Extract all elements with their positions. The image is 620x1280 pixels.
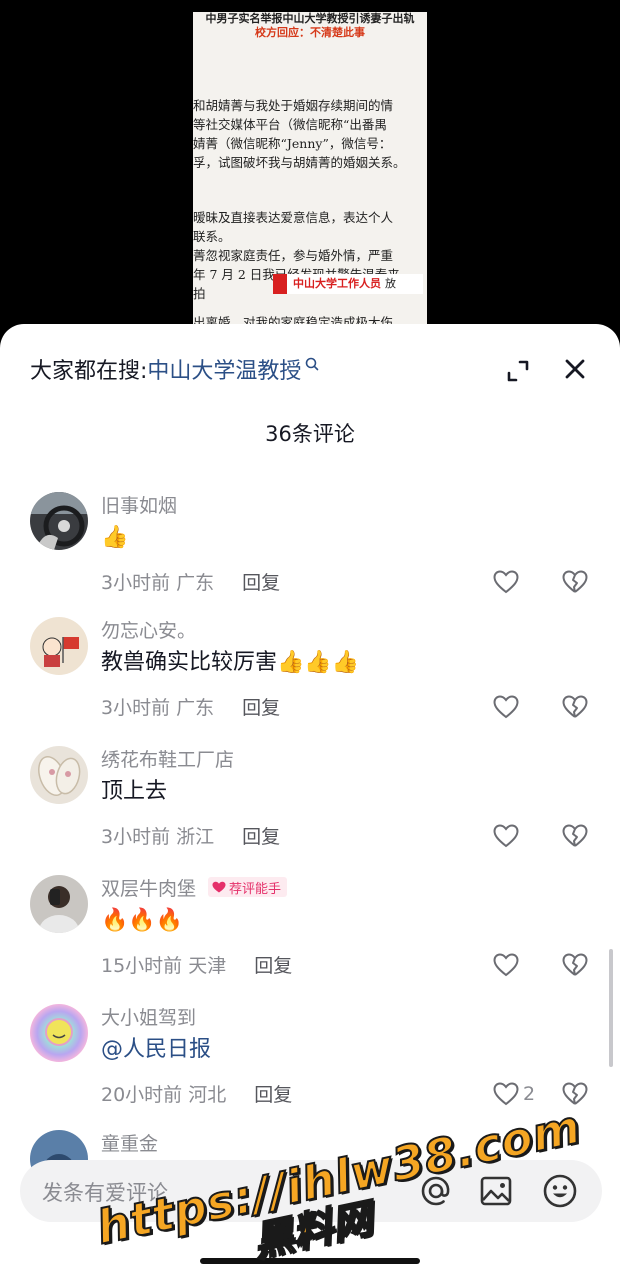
comment-item: 双层牛肉堡 荐评能手 🔥🔥🔥 15小时前 天津 回复	[0, 875, 620, 995]
username-row: 童重金	[101, 1129, 158, 1156]
image-icon[interactable]	[478, 1173, 514, 1209]
username[interactable]: 旧事如烟	[101, 491, 177, 518]
document-body: 和胡婧菁与我处于婚姻存续期间的情 等社交媒体平台（微信昵称“出番禺 婧菁（微信昵…	[193, 96, 427, 330]
reply-button[interactable]: 回复	[242, 693, 280, 720]
like-count: 2	[523, 1083, 536, 1105]
video-player[interactable]: 中男子实名举报中山大学教授引诱妻子出轨 校方回应：不清楚此事 和胡婧菁与我处于婚…	[0, 0, 620, 340]
username-row: 旧事如烟	[101, 491, 177, 518]
avatar[interactable]	[30, 1004, 88, 1062]
home-indicator	[200, 1258, 420, 1264]
reply-button[interactable]: 回复	[254, 1080, 292, 1107]
comment-item: 旧事如烟 👍 3小时前 广东 回复	[0, 492, 620, 612]
recommend-badge: 荐评能手	[208, 877, 288, 897]
like-button[interactable]	[493, 694, 519, 720]
heart-icon	[493, 953, 519, 977]
document-line: 等社交媒体平台（微信昵称“出番禺	[193, 117, 387, 132]
like-button[interactable]: 2	[493, 1081, 535, 1107]
reply-button[interactable]: 回复	[254, 951, 292, 978]
document-line: 联系。	[193, 229, 231, 244]
search-icon	[306, 357, 319, 371]
username[interactable]: 绣花布鞋工厂店	[101, 745, 234, 772]
document-headline: 中男子实名举报中山大学教授引诱妻子出轨 校方回应：不清楚此事	[193, 12, 427, 40]
comment-meta: 3小时前 广东 回复	[101, 693, 280, 719]
document-line: 婧菁（微信昵称“Jenny”，微信号：	[193, 136, 392, 151]
comment-meta: 3小时前 广东 回复	[101, 568, 280, 594]
username[interactable]: 童重金	[101, 1129, 158, 1156]
document-screenshot: 中男子实名举报中山大学教授引诱妻子出轨 校方回应：不清楚此事 和胡婧菁与我处于婚…	[193, 12, 427, 330]
mention-link[interactable]: @人民日报	[101, 1034, 211, 1066]
comment-text: 🔥🔥🔥	[101, 908, 184, 933]
document-stamp-suffix: 放	[385, 277, 396, 290]
heart-icon	[493, 824, 519, 848]
comment-time: 15小时前	[101, 954, 183, 977]
comment-count-title: 36条评论	[265, 422, 355, 446]
close-icon[interactable]	[562, 356, 588, 382]
comment-location: 河北	[188, 1083, 227, 1106]
username-row: 大小姐驾到	[101, 1003, 196, 1030]
username[interactable]: 双层牛肉堡	[101, 874, 196, 901]
document-line: 菁忽视家庭责任，参与婚外情，严重	[193, 248, 394, 263]
username-row: 双层牛肉堡 荐评能手	[101, 874, 288, 901]
avatar[interactable]	[30, 492, 88, 550]
comment-time: 20小时前	[101, 1083, 183, 1106]
reply-button[interactable]: 回复	[242, 822, 280, 849]
comment-meta: 20小时前 河北 回复	[101, 1080, 292, 1106]
broken-heart-icon[interactable]	[562, 694, 588, 720]
broken-heart-icon[interactable]	[562, 569, 588, 595]
document-headline-line1: 中男子实名举报中山大学教授引诱妻子出轨	[205, 12, 415, 25]
comment-time: 3小时前	[101, 825, 171, 848]
emoji-icon[interactable]	[541, 1172, 579, 1210]
document-line: 孚，试图破坏我与胡婧菁的婚姻关系。	[193, 155, 406, 170]
heart-icon	[493, 570, 519, 594]
document-headline-line2: 校方回应：不清楚此事	[255, 26, 365, 39]
comment-time: 3小时前	[101, 571, 171, 594]
heart-icon	[493, 1082, 519, 1106]
comment-text: 教兽确实比较厉害👍👍👍	[101, 650, 360, 675]
trending-search[interactable]: 大家都在搜: 中山大学温教授	[30, 354, 319, 384]
reply-button[interactable]: 回复	[242, 568, 280, 595]
broken-heart-icon[interactable]	[562, 952, 588, 978]
comment-item: 绣花布鞋工厂店 顶上去 3小时前 浙江 回复	[0, 746, 620, 866]
like-button[interactable]	[493, 952, 519, 978]
like-button[interactable]	[493, 569, 519, 595]
comment-time: 3小时前	[101, 696, 171, 719]
comment-item: 大小姐驾到 @人民日报 20小时前 河北 回复 2	[0, 1004, 620, 1124]
comment-location: 广东	[176, 696, 215, 719]
recommend-badge-label: 荐评能手	[229, 881, 282, 897]
avatar[interactable]	[30, 875, 88, 933]
expand-icon[interactable]	[505, 358, 531, 384]
comment-location: 广东	[176, 571, 215, 594]
comment-location: 浙江	[176, 825, 215, 848]
comment-text: 👍	[101, 525, 129, 550]
comment-location: 天津	[188, 954, 227, 977]
document-stamp: 中山大学工作人员放	[273, 274, 423, 294]
username[interactable]: 勿忘心安。	[101, 616, 196, 643]
avatar[interactable]	[30, 746, 88, 804]
avatar[interactable]	[30, 617, 88, 675]
heart-badge-icon	[212, 881, 226, 893]
trending-search-prefix: 大家都在搜:	[30, 359, 148, 384]
document-stamp-text: 中山大学工作人员	[293, 277, 381, 290]
username-row: 勿忘心安。	[101, 616, 196, 643]
comment-meta: 3小时前 浙江 回复	[101, 822, 280, 848]
document-line: 和胡婧菁与我处于婚姻存续期间的情	[193, 98, 394, 113]
broken-heart-icon[interactable]	[562, 823, 588, 849]
comment-item: 勿忘心安。 教兽确实比较厉害👍👍👍 3小时前 广东 回复	[0, 617, 620, 737]
like-button[interactable]	[493, 823, 519, 849]
document-line: 暧昧及直接表达爱意信息，表达个人	[193, 210, 394, 225]
scrollbar[interactable]	[609, 949, 613, 1067]
comment-meta: 15小时前 天津 回复	[101, 951, 292, 977]
username[interactable]: 大小姐驾到	[101, 1003, 196, 1030]
comment-text: 顶上去	[101, 779, 168, 804]
trending-search-term[interactable]: 中山大学温教授	[147, 353, 301, 385]
username-row: 绣花布鞋工厂店	[101, 745, 234, 772]
heart-icon	[493, 695, 519, 719]
